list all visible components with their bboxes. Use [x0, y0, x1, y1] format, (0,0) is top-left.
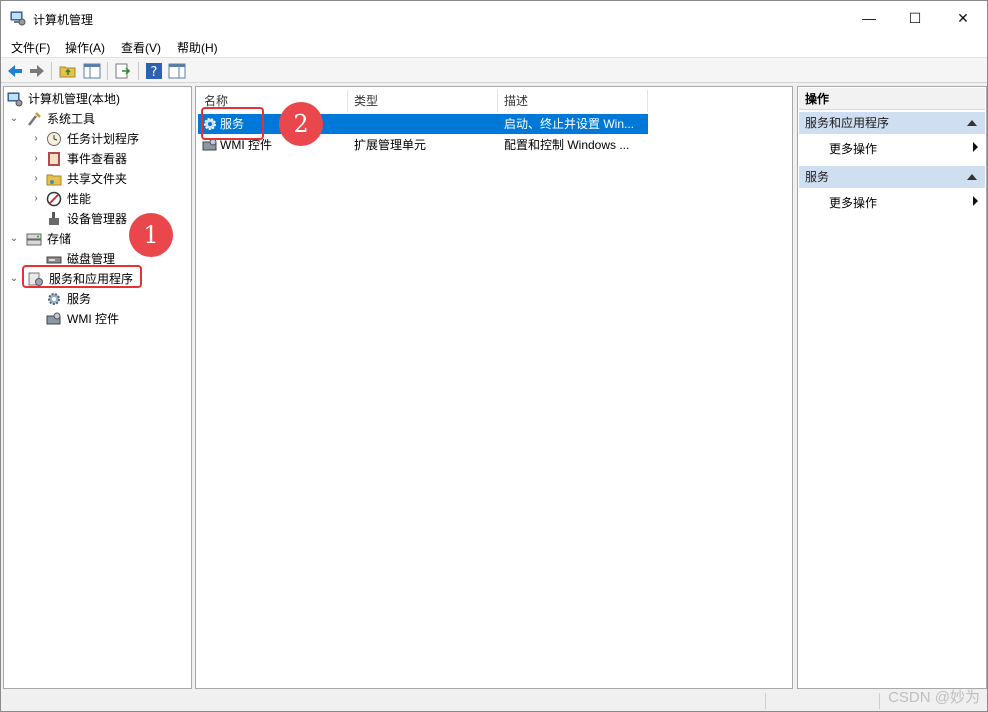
- toolbar: ?: [1, 57, 987, 83]
- export-list-icon[interactable]: [114, 62, 132, 80]
- toolbar-separator: [51, 62, 52, 80]
- back-icon[interactable]: [6, 62, 24, 80]
- tree-root[interactable]: 计算机管理(本地): [7, 89, 187, 109]
- computer-management-icon: [10, 11, 26, 26]
- clock-icon: [47, 132, 61, 146]
- svg-text:?: ?: [151, 65, 158, 80]
- up-folder-icon[interactable]: [59, 62, 77, 80]
- tree-item-system-tools[interactable]: ⌄ 系统工具: [7, 109, 187, 129]
- menu-help[interactable]: 帮助(H): [177, 39, 218, 56]
- actions-pane: 操作 服务和应用程序 更多操作 服务 更多操作: [797, 86, 987, 689]
- submenu-arrow-icon: [973, 142, 978, 152]
- tools-icon: [28, 112, 41, 126]
- tree-label: WMI 控件: [67, 312, 119, 326]
- menu-file[interactable]: 文件(F): [11, 39, 50, 56]
- more-actions-item[interactable]: 更多操作: [798, 190, 986, 212]
- toolbar-separator: [107, 62, 108, 80]
- actions-title: 操作: [799, 88, 985, 110]
- collapse-icon[interactable]: [967, 120, 977, 126]
- column-header-description[interactable]: 描述: [498, 90, 648, 112]
- storage-icon: [26, 233, 42, 246]
- list-row-services[interactable]: 服务 启动、终止并设置 Win...: [198, 114, 648, 134]
- action-group-label: 服务和应用程序: [805, 116, 890, 130]
- action-group-label: 服务: [805, 170, 830, 184]
- tree-item-performance[interactable]: › 性能: [7, 189, 187, 209]
- gear-icon: [48, 293, 60, 305]
- annotation-highlight-services-row: [201, 107, 264, 140]
- more-actions-link: 更多操作: [829, 196, 878, 210]
- collapse-icon[interactable]: [967, 174, 977, 180]
- status-bar: [3, 691, 987, 711]
- console-tree[interactable]: 计算机管理(本地) ⌄ 系统工具 › 任务计划程序 › 事件查看器 › 共享文件…: [3, 86, 192, 689]
- tree-item-shared-folders[interactable]: › 共享文件夹: [7, 169, 187, 189]
- title-bar: 计算机管理 — ☐ ✕: [1, 1, 987, 35]
- status-divider: [879, 693, 880, 709]
- tree-label: 服务: [67, 292, 92, 306]
- cell-description: 配置和控制 Windows ...: [504, 138, 630, 152]
- chevron-right-icon[interactable]: ›: [31, 189, 41, 209]
- help-icon[interactable]: ?: [145, 62, 163, 80]
- status-divider: [765, 693, 766, 709]
- tree-item-event-viewer[interactable]: › 事件查看器: [7, 149, 187, 169]
- tree-label: 存储: [47, 232, 72, 246]
- action-group-services[interactable]: 服务: [799, 166, 985, 188]
- menu-bar: 文件(F) 操作(A) 查看(V) 帮助(H): [1, 35, 987, 57]
- menu-view[interactable]: 查看(V): [121, 39, 161, 56]
- tree-label: 共享文件夹: [67, 172, 128, 186]
- chevron-down-icon[interactable]: ⌄: [9, 109, 19, 129]
- computer-management-icon: [7, 92, 23, 107]
- window-title: 计算机管理: [33, 13, 94, 27]
- event-viewer-icon: [48, 152, 60, 166]
- tree-root-label: 计算机管理(本地): [28, 92, 120, 106]
- chevron-right-icon[interactable]: ›: [31, 169, 41, 189]
- toolbar-separator: [138, 62, 139, 80]
- menu-action[interactable]: 操作(A): [65, 39, 105, 56]
- performance-icon: [46, 191, 62, 207]
- tree-label: 任务计划程序: [67, 132, 140, 146]
- more-actions-item[interactable]: 更多操作: [798, 136, 986, 158]
- minimize-button[interactable]: —: [846, 1, 892, 35]
- tree-item-task-scheduler[interactable]: › 任务计划程序: [7, 129, 187, 149]
- cell-type: 扩展管理单元: [354, 138, 427, 152]
- close-button[interactable]: ✕: [940, 1, 986, 35]
- forward-icon[interactable]: [28, 62, 46, 80]
- show-action-pane-icon[interactable]: [168, 62, 186, 80]
- tree-label: 事件查看器: [67, 152, 128, 166]
- submenu-arrow-icon: [973, 196, 978, 206]
- computer-management-window: 计算机管理 — ☐ ✕ 文件(F) 操作(A) 查看(V) 帮助(H) ? 计算…: [0, 0, 988, 712]
- list-row-wmi-control[interactable]: WMI 控件 扩展管理单元 配置和控制 Windows ...: [198, 135, 648, 155]
- annotation-badge-2: 2: [279, 102, 323, 146]
- maximize-button[interactable]: ☐: [892, 1, 938, 35]
- action-group-services-applications[interactable]: 服务和应用程序: [799, 112, 985, 134]
- chevron-right-icon[interactable]: ›: [31, 149, 41, 169]
- column-header-type[interactable]: 类型: [348, 90, 498, 112]
- device-manager-icon: [49, 212, 59, 225]
- chevron-down-icon[interactable]: ⌄: [9, 269, 19, 289]
- chevron-right-icon[interactable]: ›: [31, 129, 41, 149]
- annotation-highlight-services-applications: [22, 265, 142, 288]
- tree-label: 性能: [67, 192, 92, 206]
- results-list[interactable]: 名称 类型 描述 服务 启动、终止并设置 Win... WMI 控件 扩展管理单…: [195, 86, 793, 689]
- show-hide-tree-icon[interactable]: [83, 62, 101, 80]
- tree-item-services[interactable]: 服务: [7, 289, 187, 309]
- more-actions-link: 更多操作: [829, 142, 878, 156]
- tree-label: 设备管理器: [67, 212, 128, 226]
- annotation-badge-1: 1: [129, 213, 173, 257]
- watermark: CSDN @妙为: [888, 689, 980, 706]
- cell-description: 启动、终止并设置 Win...: [504, 117, 635, 131]
- wmi-icon: [46, 312, 61, 325]
- tree-item-wmi-control[interactable]: WMI 控件: [7, 309, 187, 329]
- tree-label: 系统工具: [47, 112, 96, 126]
- shared-folder-icon: [46, 174, 62, 186]
- chevron-down-icon[interactable]: ⌄: [9, 229, 19, 249]
